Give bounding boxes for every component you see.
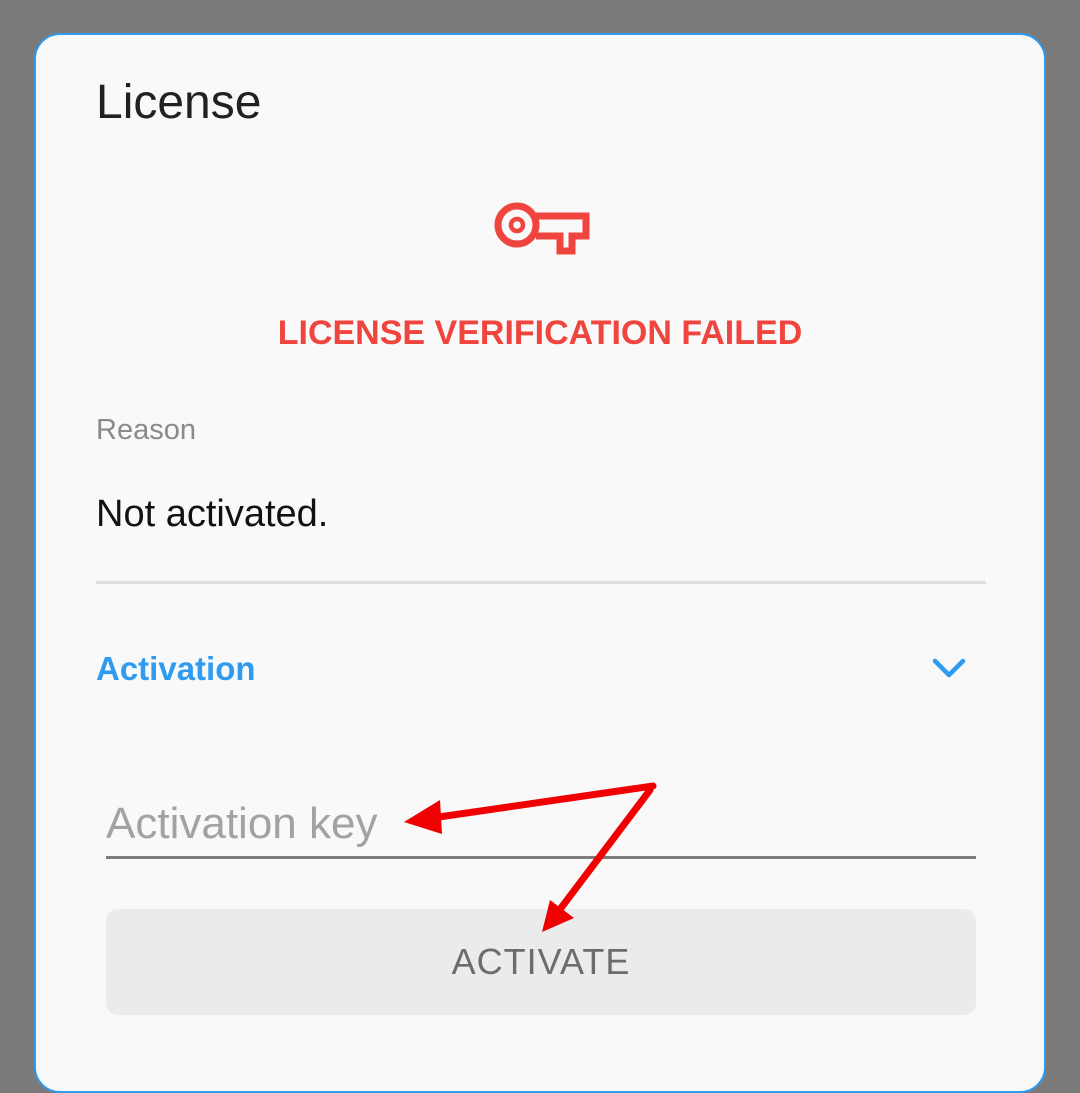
license-status-title: LICENSE VERIFICATION FAILED	[277, 314, 803, 352]
reason-label: Reason	[96, 414, 196, 446]
activation-section-title: Activation	[96, 650, 256, 687]
key-icon	[494, 202, 590, 255]
activation-section-header[interactable]: Activation	[96, 635, 986, 705]
activate-button[interactable]: ACTIVATE	[106, 909, 976, 1015]
license-dialog: License LICENSE VERIFICATION FAILED Reas…	[34, 33, 1046, 1093]
activation-key-input[interactable]	[106, 791, 976, 859]
dialog-title: License	[96, 76, 262, 129]
reason-value: Not activated.	[96, 493, 329, 535]
chevron-down-icon[interactable]	[932, 657, 966, 679]
divider	[96, 581, 986, 584]
